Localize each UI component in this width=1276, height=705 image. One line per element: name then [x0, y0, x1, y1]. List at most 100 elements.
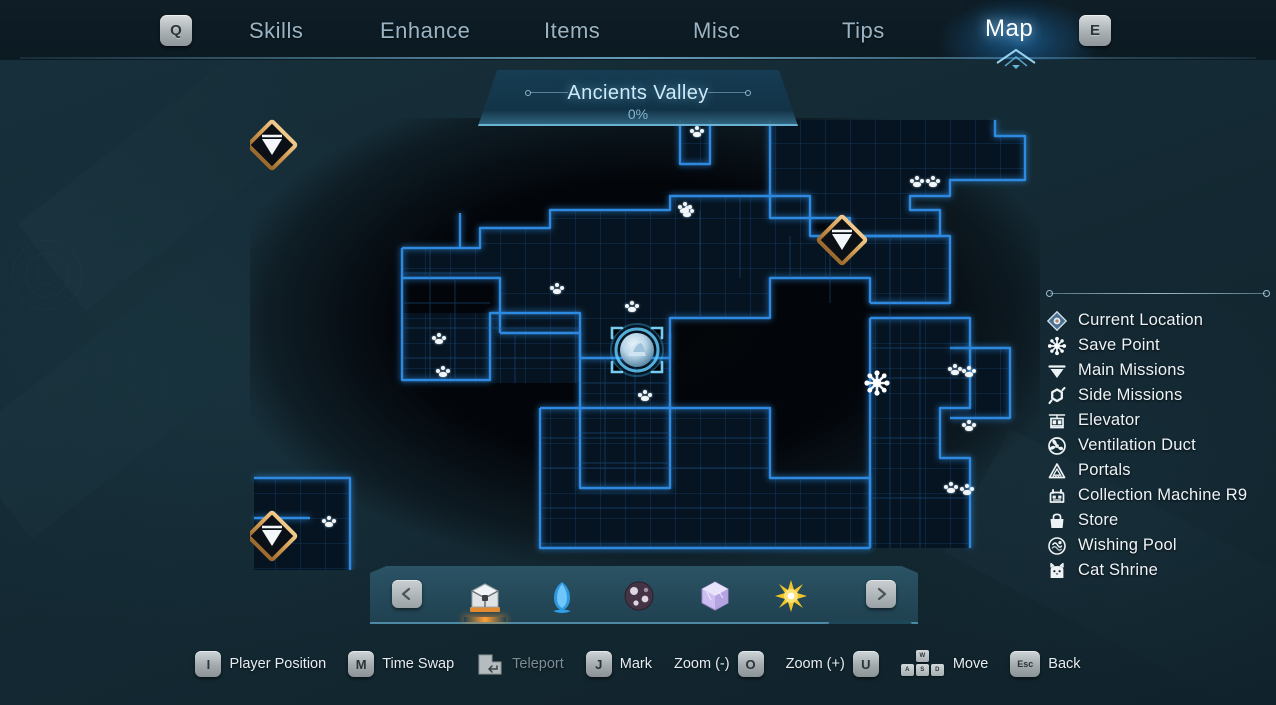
hotkey-key-enter[interactable] [476, 651, 504, 677]
map-paw-marker [638, 390, 653, 401]
map-paw-marker [926, 176, 941, 187]
legend-item-current-location[interactable]: Current Location [1046, 308, 1276, 333]
legend-label: Save Point [1078, 336, 1160, 354]
legend-item-store[interactable]: Store [1046, 508, 1276, 533]
legend-label: Portals [1078, 461, 1131, 479]
item-slot-dark-orb[interactable] [612, 574, 666, 618]
hotkey-time-swap[interactable]: M Time Swap [348, 651, 454, 677]
arrow-right-icon [877, 587, 887, 601]
item-slot-blue-crystal[interactable] [535, 574, 589, 618]
tab-skills[interactable]: Skills [249, 18, 303, 44]
map-paw-marker [436, 366, 451, 377]
map-paw-marker [678, 202, 693, 213]
item-slot-gold-star[interactable] [764, 574, 818, 618]
violet-ice-cube-icon [701, 581, 729, 611]
legend-item-ventilation-duct[interactable]: Ventilation Duct [1046, 433, 1276, 458]
cat-shrine-icon [1046, 560, 1068, 582]
arrow-left-icon [401, 587, 411, 601]
legend-item-collection-machine[interactable]: Collection Machine R9 [1046, 483, 1276, 508]
current-location-icon [1046, 310, 1068, 332]
dark-orb-icon [624, 581, 654, 611]
map-name: Ancients Valley [567, 82, 709, 104]
legend-label: Cat Shrine [1078, 561, 1158, 579]
tab-tips[interactable]: Tips [842, 18, 885, 44]
map-paw-marker [690, 126, 705, 137]
hotkey-back[interactable]: Esc Back [1010, 651, 1081, 677]
item-slot-treasure-chest[interactable] [458, 574, 512, 622]
save-point-icon [1046, 335, 1068, 357]
map-paw-marker [625, 301, 640, 312]
top-tab-bar: Q E Skills Enhance Items Misc Tips Map [0, 0, 1276, 69]
item-bar-tab-nub [825, 620, 915, 624]
hotkey-key-m[interactable]: M [348, 651, 375, 677]
map-save-point-marker [864, 370, 890, 396]
tab-list: Skills Enhance Items Misc Tips Map [0, 0, 1276, 58]
item-next-button[interactable] [866, 580, 896, 608]
gold-star-burst-icon [775, 580, 807, 612]
hotkey-mark[interactable]: J Mark [585, 651, 652, 677]
item-prev-button[interactable] [392, 580, 422, 608]
tab-items[interactable]: Items [544, 18, 600, 44]
legend-item-wishing-pool[interactable]: Wishing Pool [1046, 533, 1276, 558]
map-paw-marker [960, 484, 975, 495]
portals-icon [1046, 460, 1068, 482]
map-legend: Current Location Save Point Main Mission… [1046, 290, 1276, 583]
tab-map[interactable]: Map [985, 15, 1033, 43]
map-paw-marker [962, 366, 977, 377]
legend-item-main-missions[interactable]: Main Missions [1046, 358, 1276, 383]
hotkey-label: Zoom (-) [674, 656, 730, 672]
main-missions-icon [1046, 360, 1068, 382]
hotkey-key-j[interactable]: J [585, 651, 612, 677]
hotkey-key-o[interactable]: O [737, 651, 764, 677]
key-d[interactable]: D [930, 664, 944, 676]
item-slot-violet-cube[interactable] [688, 574, 742, 618]
key-a[interactable]: A [900, 664, 914, 676]
hotkey-player-position[interactable]: I Player Position [195, 651, 326, 677]
hotkey-label: Move [952, 656, 989, 672]
blue-crystal-fish-icon [553, 582, 571, 613]
key-w[interactable]: W [915, 650, 929, 662]
map-paw-marker [910, 176, 925, 187]
legend-item-cat-shrine[interactable]: Cat Shrine [1046, 558, 1276, 583]
legend-label: Elevator [1078, 411, 1141, 429]
legend-label: Ventilation Duct [1078, 436, 1196, 454]
map-paw-marker [944, 482, 959, 493]
side-missions-icon [1046, 385, 1068, 407]
hotkey-zoom-out[interactable]: Zoom (-) O [674, 651, 764, 677]
map-paw-marker [432, 333, 447, 344]
elevator-icon [1046, 410, 1068, 432]
hotkey-key-u[interactable]: U [852, 651, 879, 677]
map-mission-marker-1 [250, 119, 298, 171]
map-canvas[interactable] [250, 118, 1040, 570]
legend-item-side-missions[interactable]: Side Missions [1046, 383, 1276, 408]
hotkey-key-esc[interactable]: Esc [1010, 651, 1041, 677]
map-title-banner: Ancients Valley 0% [478, 70, 798, 126]
legend-label: Side Missions [1078, 386, 1183, 404]
legend-label: Wishing Pool [1078, 536, 1177, 554]
legend-label: Store [1078, 511, 1119, 529]
legend-label: Current Location [1078, 311, 1204, 329]
tab-misc[interactable]: Misc [693, 18, 740, 44]
map-paw-marker [322, 516, 337, 527]
treasure-chest-icon [470, 583, 500, 612]
hotkey-label: Mark [619, 656, 652, 672]
legend-item-portals[interactable]: Portals [1046, 458, 1276, 483]
legend-label: Collection Machine R9 [1078, 486, 1248, 504]
hotkey-move[interactable]: W A S D Move [900, 650, 989, 678]
map-paw-marker [948, 364, 963, 375]
hotkey-label: Teleport [512, 656, 564, 672]
legend-item-save-point[interactable]: Save Point [1046, 333, 1276, 358]
item-filter-toolbar[interactable] [370, 566, 918, 624]
hotkey-key-i[interactable]: I [195, 651, 222, 677]
legend-item-elevator[interactable]: Elevator [1046, 408, 1276, 433]
map-paw-marker [962, 420, 977, 431]
hotkey-label: Player Position [229, 656, 327, 672]
key-s[interactable]: S [915, 664, 929, 676]
hotkey-key-wasd[interactable]: W A S D [900, 650, 945, 678]
tab-enhance[interactable]: Enhance [380, 18, 470, 44]
ventilation-duct-icon [1046, 435, 1068, 457]
enter-key-icon [478, 654, 502, 675]
hotkey-zoom-in[interactable]: Zoom (+) U [786, 651, 879, 677]
hotkey-teleport[interactable]: Teleport [476, 651, 564, 677]
legend-divider [1046, 290, 1270, 298]
